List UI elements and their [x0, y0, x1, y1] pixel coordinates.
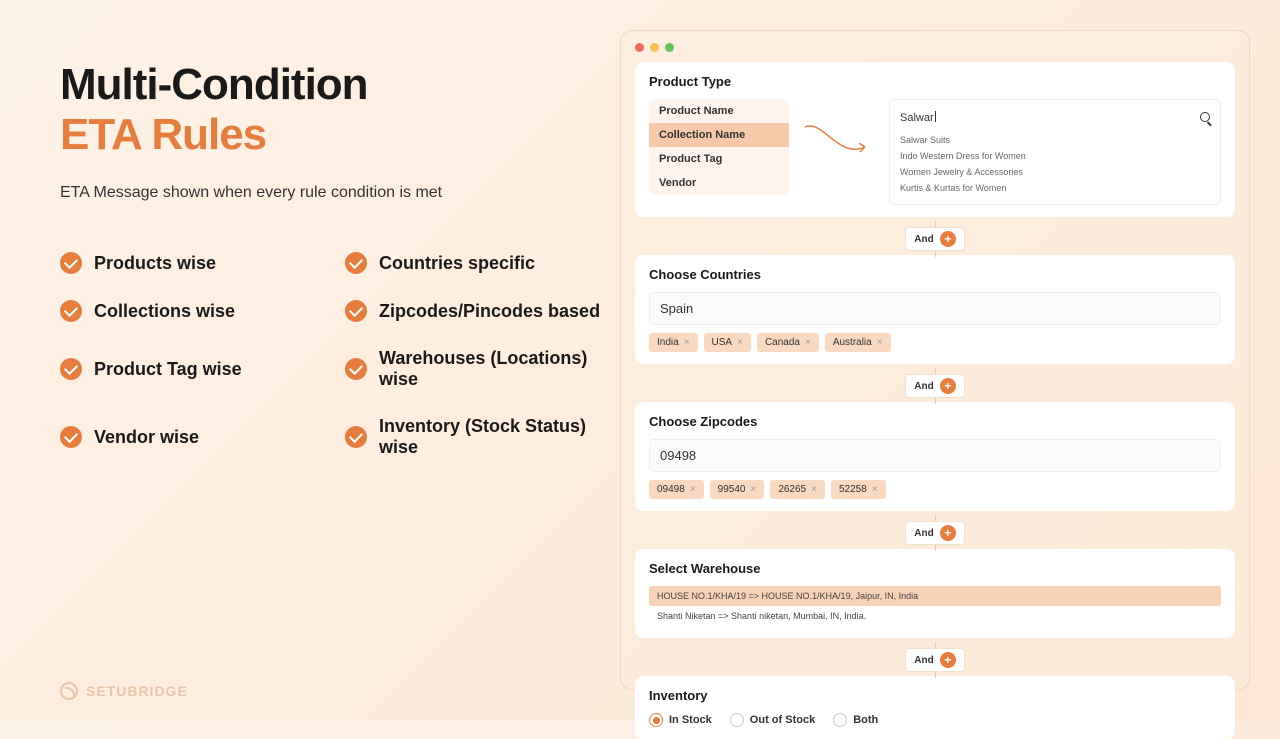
feature-item: Zipcodes/Pincodes based [345, 300, 620, 322]
remove-chip-icon[interactable]: × [811, 484, 817, 495]
feature-item: Collections wise [60, 300, 335, 322]
feature-text: Collections wise [94, 301, 235, 322]
feature-text: Inventory (Stock Status) wise [379, 416, 620, 458]
product-type-option[interactable]: Product Name [649, 99, 789, 123]
remove-chip-icon[interactable]: × [805, 337, 811, 348]
product-type-option[interactable]: Product Tag [649, 147, 789, 171]
remove-chip-icon[interactable]: × [872, 484, 878, 495]
inventory-radio[interactable]: Both [833, 713, 878, 727]
filter-chip[interactable]: 09498× [649, 480, 704, 499]
feature-item: Vendor wise [60, 416, 335, 458]
add-rule-button[interactable]: + [940, 652, 956, 668]
add-rule-button[interactable]: + [940, 231, 956, 247]
search-suggestion[interactable]: Women Jewelry & Accessories [900, 164, 1210, 180]
zipcodes-card: Choose Zipcodes 09498 09498× 99540× 26265×… [635, 402, 1235, 511]
radio-icon [730, 713, 744, 727]
inventory-radio[interactable]: Out of Stock [730, 713, 815, 727]
marketing-pane: Multi-Condition ETA Rules ETA Message sh… [30, 30, 620, 690]
feature-text: Countries specific [379, 253, 535, 274]
check-icon [345, 358, 367, 380]
product-search-panel: Salwar Salwar SuitsIndo Western Dress fo… [889, 99, 1221, 205]
feature-text: Zipcodes/Pincodes based [379, 301, 600, 322]
countries-title: Choose Countries [649, 267, 1221, 282]
feature-text: Products wise [94, 253, 216, 274]
remove-chip-icon[interactable]: × [750, 484, 756, 495]
filter-chip[interactable]: India× [649, 333, 698, 352]
remove-chip-icon[interactable]: × [690, 484, 696, 495]
warehouse-option[interactable]: Shanti Niketan => Shanti niketan, Mumbai… [649, 606, 1221, 626]
warehouse-option[interactable]: HOUSE NO.1/KHA/19 => HOUSE NO.1/KHA/19, … [649, 586, 1221, 606]
add-rule-button[interactable]: + [940, 378, 956, 394]
remove-chip-icon[interactable]: × [737, 337, 743, 348]
warehouse-title: Select Warehouse [649, 561, 1221, 576]
search-suggestion[interactable]: Indo Western Dress for Women [900, 148, 1210, 164]
search-suggestion[interactable]: Salwar Suits [900, 132, 1210, 148]
zipcodes-input[interactable]: 09498 [649, 439, 1221, 472]
filter-chip[interactable]: 26265× [770, 480, 825, 499]
feature-text: Product Tag wise [94, 359, 242, 380]
and-connector: And + [905, 227, 964, 251]
subtitle: ETA Message shown when every rule condit… [60, 184, 620, 202]
search-suggestion[interactable]: Kurtis & Kurtas for Women [900, 180, 1210, 196]
search-icon[interactable] [1200, 112, 1210, 122]
add-rule-button[interactable]: + [940, 525, 956, 541]
filter-chip[interactable]: USA× [704, 333, 751, 352]
feature-item: Warehouses (Locations) wise [345, 348, 620, 390]
window-controls [635, 43, 1235, 52]
check-icon [60, 426, 82, 448]
countries-card: Choose Countries Spain India× USA× Canada×… [635, 255, 1235, 364]
headline-line1: Multi-Condition [60, 60, 620, 110]
filter-chip[interactable]: 99540× [710, 480, 765, 499]
brand-name: SETUBRIDGE [86, 683, 188, 699]
feature-item: Products wise [60, 252, 335, 274]
and-connector: And + [905, 521, 964, 545]
feature-item: Countries specific [345, 252, 620, 274]
feature-text: Vendor wise [94, 427, 199, 448]
inventory-card: Inventory In Stock Out of Stock Both [635, 676, 1235, 739]
check-icon [345, 252, 367, 274]
feature-text: Warehouses (Locations) wise [379, 348, 620, 390]
rules-panel: Product Type Product NameCollection Name… [620, 30, 1250, 690]
inventory-radio[interactable]: In Stock [649, 713, 712, 727]
radio-icon [649, 713, 663, 727]
headline-line2: ETA Rules [60, 110, 620, 160]
check-icon [345, 426, 367, 448]
minimize-icon[interactable] [650, 43, 659, 52]
radio-icon [833, 713, 847, 727]
filter-chip[interactable]: Canada× [757, 333, 819, 352]
product-search-input[interactable]: Salwar [900, 112, 934, 124]
check-icon [60, 300, 82, 322]
check-icon [345, 300, 367, 322]
product-type-title: Product Type [649, 74, 1221, 89]
filter-chip[interactable]: Australia× [825, 333, 891, 352]
zipcodes-title: Choose Zipcodes [649, 414, 1221, 429]
check-icon [60, 358, 82, 380]
close-icon[interactable] [635, 43, 644, 52]
product-type-option[interactable]: Collection Name [649, 123, 789, 147]
check-icon [60, 252, 82, 274]
maximize-icon[interactable] [665, 43, 674, 52]
warehouse-card: Select Warehouse HOUSE NO.1/KHA/19 => HO… [635, 549, 1235, 638]
feature-item: Inventory (Stock Status) wise [345, 416, 620, 458]
product-type-option[interactable]: Vendor [649, 171, 789, 195]
and-connector: And + [905, 648, 964, 672]
and-connector: And + [905, 374, 964, 398]
remove-chip-icon[interactable]: × [684, 337, 690, 348]
product-type-card: Product Type Product NameCollection Name… [635, 62, 1235, 217]
brand-icon [60, 682, 78, 700]
filter-chip[interactable]: 52258× [831, 480, 886, 499]
feature-item: Product Tag wise [60, 348, 335, 390]
inventory-title: Inventory [649, 688, 1221, 703]
countries-input[interactable]: Spain [649, 292, 1221, 325]
arrow-icon [803, 119, 875, 159]
remove-chip-icon[interactable]: × [877, 337, 883, 348]
brand-footer: SETUBRIDGE [60, 682, 188, 700]
